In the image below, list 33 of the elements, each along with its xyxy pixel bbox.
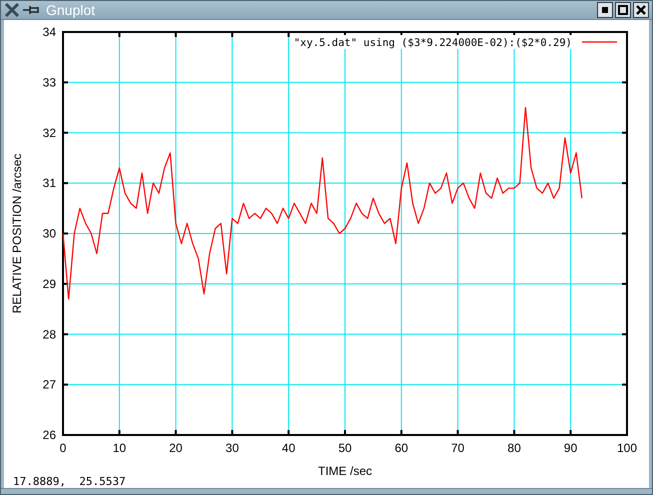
tick-label: 80 [508,441,521,456]
tick-label: 31 [42,176,56,191]
axis-title: TIME /sec [318,464,372,476]
tick-label: 20 [169,441,182,456]
tick-label: 60 [394,441,408,456]
tick-label: 10 [112,441,126,456]
tick-label: 28 [42,328,56,342]
tick-label: 50 [338,441,352,456]
tick-label: 26 [42,428,56,442]
tick-label: 34 [42,25,56,40]
tick-label: 29 [42,277,56,292]
tick-label: 0 [60,441,66,456]
tick-label: 33 [42,76,56,90]
pin-icon[interactable] [23,5,41,16]
legend-label: "xy.5.dat" using ($3*9.224000E-02):($2*0.29) [294,37,572,50]
tick-label: 30 [226,441,239,456]
tick-label: 70 [451,441,464,456]
minimize-button[interactable] [597,2,613,18]
tick-label: 32 [42,126,56,140]
minimize-icon [602,7,608,14]
tick-label: 40 [282,441,296,456]
tick-label: 100 [616,441,638,456]
close-button[interactable] [633,2,649,18]
window-title: Gnuplot [46,2,96,18]
cursor-coordinates: 17.8889, 25.5537 [12,475,126,488]
maximize-icon [618,5,628,16]
window-menu-icon[interactable] [4,2,20,18]
tick-label: 30 [42,226,56,241]
maximize-button[interactable] [615,2,631,18]
close-icon [636,5,646,16]
axis-title: RELATIVE POSITION /arcsec [10,154,24,314]
tick-label: 27 [42,378,56,392]
tick-label: 90 [564,441,578,456]
